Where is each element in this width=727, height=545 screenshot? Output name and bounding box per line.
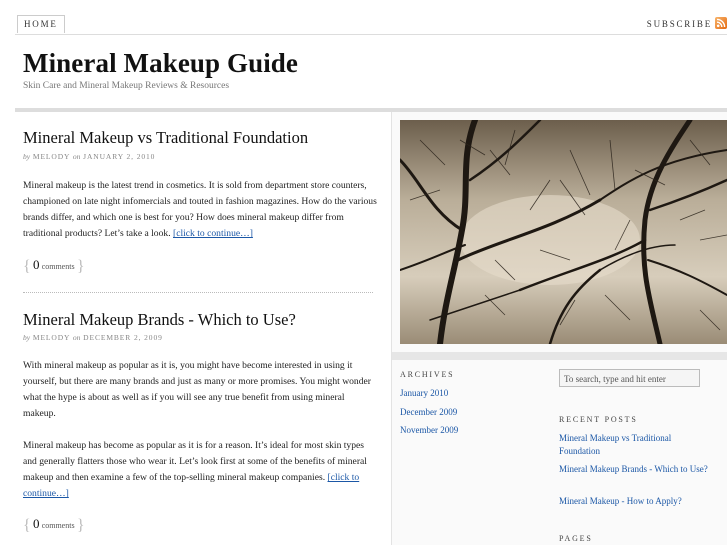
post-separator bbox=[23, 292, 373, 293]
pages-title: Pages bbox=[559, 534, 593, 543]
site-tagline: Skin Care and Mineral Makeup Reviews & R… bbox=[23, 81, 230, 91]
subscribe-link[interactable]: SUBSCRIBE bbox=[647, 18, 712, 30]
top-nav: HOME SUBSCRIBE bbox=[15, 0, 727, 35]
recent-post-link[interactable]: Mineral Makeup - How to Apply? bbox=[559, 495, 709, 508]
read-more-link[interactable]: [click to continue…] bbox=[173, 228, 253, 239]
sidebar: Archives January 2010 December 2009 Nove… bbox=[391, 112, 727, 545]
brace-left: { bbox=[23, 258, 31, 275]
widget-divider bbox=[392, 352, 727, 360]
archive-link[interactable]: December 2009 bbox=[400, 406, 457, 419]
post-byline: by MELODY on DECEMBER 2, 2009 bbox=[23, 333, 163, 342]
recent-posts-title: Recent Posts bbox=[559, 415, 638, 424]
post-date: JANUARY 2, 2010 bbox=[83, 152, 156, 161]
archives-title: Archives bbox=[400, 370, 455, 379]
comments-link[interactable]: { 0 comments } bbox=[23, 257, 85, 276]
brace-right: } bbox=[76, 258, 85, 275]
byline-on: on bbox=[72, 152, 81, 161]
post-excerpt: Mineral makeup is the latest trend in co… bbox=[23, 178, 378, 242]
archive-link[interactable]: November 2009 bbox=[400, 424, 458, 437]
nav-home-link[interactable]: HOME bbox=[17, 15, 65, 33]
recent-post-link[interactable]: Mineral Makeup vs Traditional Foundation bbox=[559, 432, 709, 458]
post-title[interactable]: Mineral Makeup Brands - Which to Use? bbox=[23, 310, 296, 330]
rss-feed-icon[interactable] bbox=[715, 17, 727, 29]
post-author[interactable]: MELODY bbox=[33, 333, 70, 342]
comment-label: comments bbox=[41, 262, 75, 271]
archive-link[interactable]: January 2010 bbox=[400, 387, 448, 400]
comments-link[interactable]: { 0 comments } bbox=[23, 516, 85, 535]
post-paragraph: With mineral makeup as popular as it is,… bbox=[23, 360, 371, 419]
comment-count: 0 bbox=[32, 257, 40, 272]
post-excerpt: Mineral makeup has become as popular as … bbox=[23, 438, 378, 502]
post-paragraph: Mineral makeup has become as popular as … bbox=[23, 440, 367, 483]
brace-right: } bbox=[76, 517, 85, 534]
post-date: DECEMBER 2, 2009 bbox=[83, 333, 163, 342]
page: HOME SUBSCRIBE Mineral Makeup Guide Skin… bbox=[15, 0, 727, 545]
byline-by: by bbox=[23, 333, 31, 342]
brace-left: { bbox=[23, 517, 31, 534]
recent-post-link[interactable]: Mineral Makeup Brands - Which to Use? bbox=[559, 463, 709, 476]
site-title[interactable]: Mineral Makeup Guide bbox=[23, 48, 298, 79]
header-photo bbox=[400, 120, 727, 344]
comment-count: 0 bbox=[32, 516, 40, 531]
post-byline: by MELODY on JANUARY 2, 2010 bbox=[23, 152, 155, 161]
byline-by: by bbox=[23, 152, 31, 161]
comment-label: comments bbox=[41, 521, 75, 530]
post-title[interactable]: Mineral Makeup vs Traditional Foundation bbox=[23, 128, 308, 148]
post-author[interactable]: MELODY bbox=[33, 152, 70, 161]
main-content: Mineral Makeup vs Traditional Foundation… bbox=[15, 112, 391, 545]
byline-on: on bbox=[72, 333, 81, 342]
search-input[interactable]: To search, type and hit enter bbox=[559, 369, 700, 387]
